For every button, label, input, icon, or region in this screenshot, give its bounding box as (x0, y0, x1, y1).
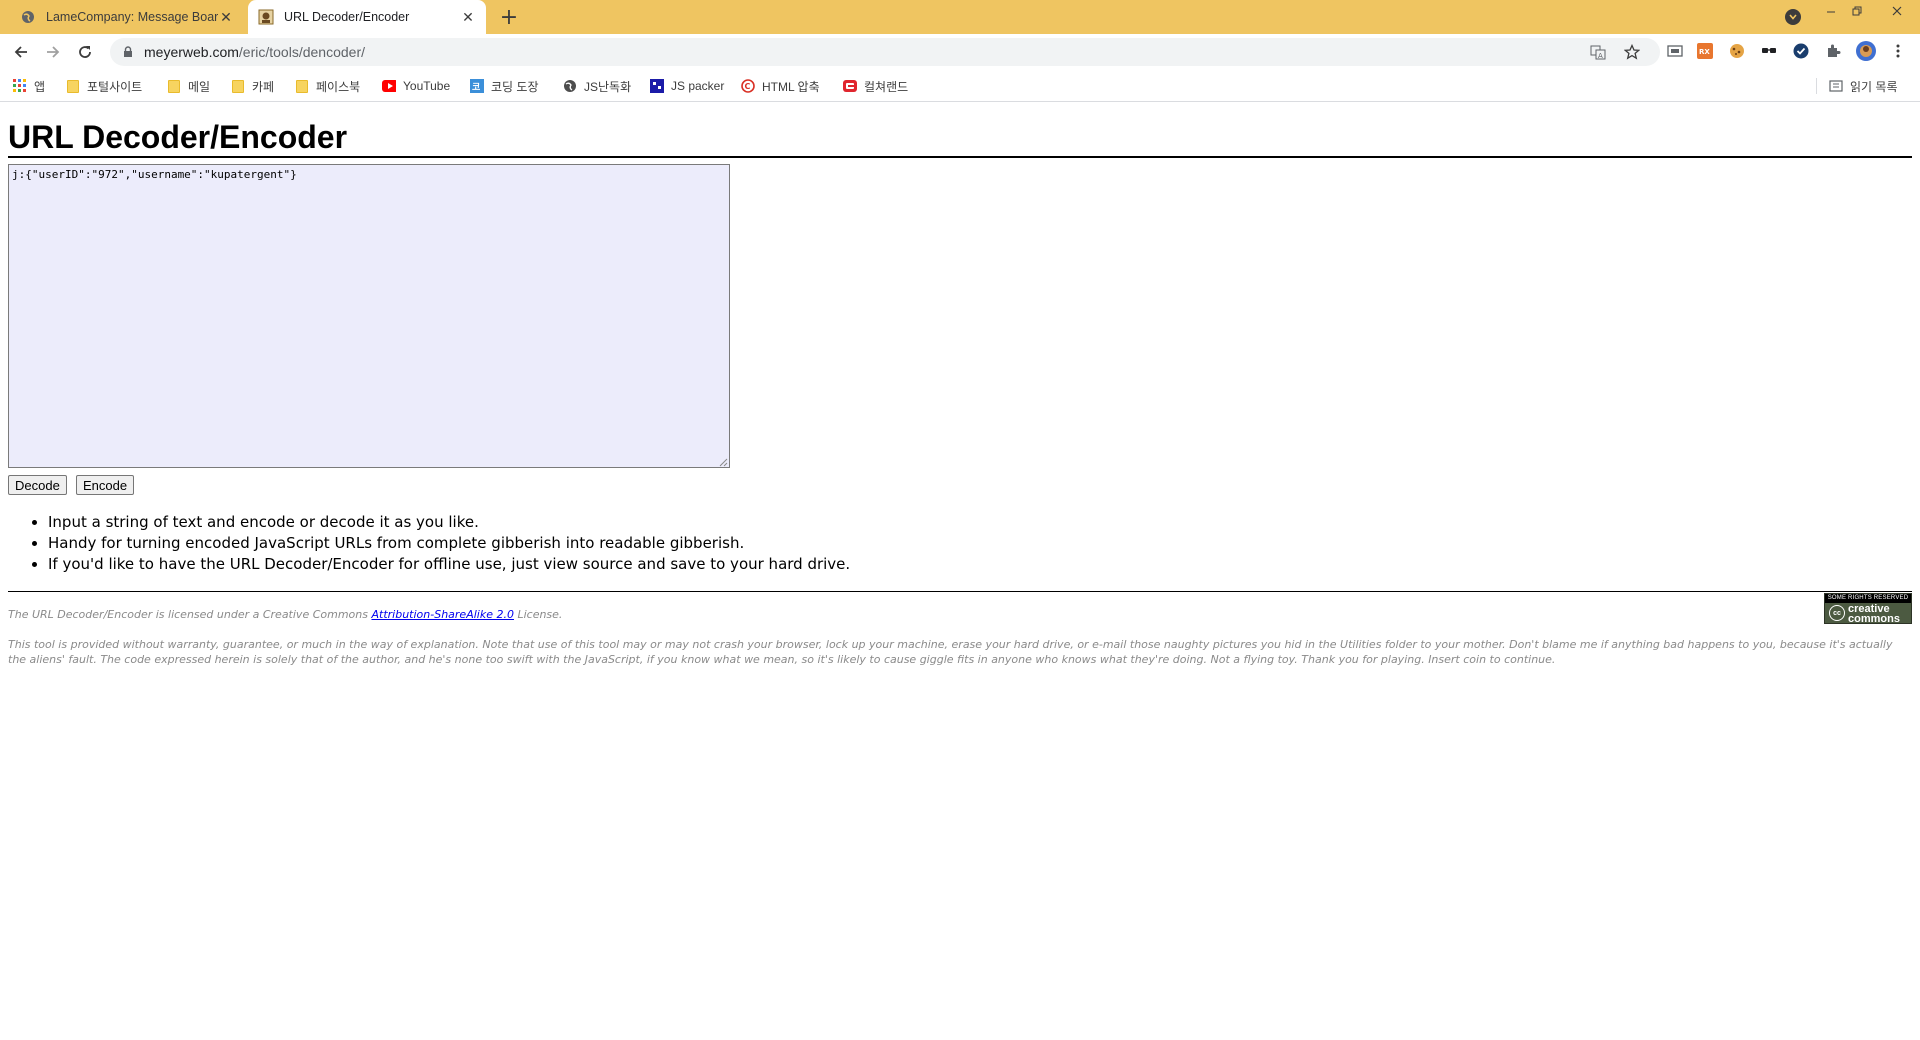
creative-commons-badge[interactable]: SOME RIGHTS RESERVED cc creative commons (1824, 593, 1912, 625)
extension-rx-icon[interactable]: RX (1697, 43, 1713, 59)
bookmark-coding-dojang[interactable]: 코 코딩 도장 (470, 77, 539, 95)
browser-toolbar: meyerweb.com/eric/tools/dencoder/ A (0, 34, 1920, 70)
bookmarks-divider (1816, 78, 1817, 94)
globe-icon (20, 9, 36, 25)
meyerweb-favicon-icon (258, 9, 274, 25)
textarea-value: j:{"userID":"972","username":"kupatergen… (12, 168, 297, 181)
extension-cookie-icon[interactable] (1729, 43, 1745, 59)
close-window-icon[interactable] (1883, 0, 1911, 22)
svg-text:코: 코 (472, 82, 480, 93)
extension-glasses-icon[interactable] (1761, 43, 1777, 59)
translate-icon[interactable]: A (1590, 44, 1606, 60)
bookmark-label: 앱 (34, 79, 46, 94)
bookmark-label: YouTube (403, 79, 451, 93)
cc-badge-word: creative commons (1848, 603, 1900, 625)
folder-icon (167, 79, 181, 93)
reading-list[interactable]: 읽기 목록 (1829, 77, 1898, 95)
close-icon[interactable]: ✕ (218, 9, 234, 25)
coding-dojang-icon: 코 (470, 79, 484, 93)
youtube-icon (382, 79, 396, 93)
disclaimer-text: This tool is provided without warranty, … (8, 638, 1893, 666)
bookmark-youtube[interactable]: YouTube (382, 77, 450, 95)
back-icon[interactable] (9, 40, 33, 64)
bookmark-star-icon[interactable] (1624, 44, 1640, 60)
divider (8, 591, 1912, 592)
reload-icon[interactable] (73, 40, 97, 64)
cc-logo-icon: cc (1829, 605, 1845, 621)
list-item: Handy for turning encoded JavaScript URL… (48, 533, 1248, 554)
input-textarea[interactable]: j:{"userID":"972","username":"kupatergen… (8, 164, 730, 468)
tab-title: LameCompany: Message Board (46, 10, 218, 24)
tab-url-decoder[interactable]: URL Decoder/Encoder ✕ (248, 0, 486, 34)
resize-grip-icon[interactable] (719, 457, 728, 467)
html-compress-icon: C (741, 79, 755, 93)
bookmark-label: 코딩 도장 (491, 79, 539, 94)
page-content: URL Decoder/Encoder j:{"userID":"972","u… (0, 102, 1920, 1040)
license-link[interactable]: Attribution-ShareAlike 2.0 (371, 608, 513, 621)
cc-badge-top: SOME RIGHTS RESERVED (1825, 594, 1911, 603)
bookmark-folder-facebook[interactable]: 페이스북 (295, 77, 360, 95)
profile-avatar[interactable] (1856, 41, 1876, 61)
forward-icon[interactable] (41, 40, 65, 64)
license-text: The URL Decoder/Encoder is licensed unde… (8, 608, 562, 621)
license-prefix: The URL Decoder/Encoder is licensed unde… (8, 608, 372, 621)
bookmark-label: 메일 (188, 79, 211, 94)
bookmark-label: JS packer (671, 79, 725, 93)
tab-strip: LameCompany: Message Board ✕ URL Decoder… (0, 0, 1920, 34)
license-suffix: License. (513, 608, 563, 621)
tab-search-icon[interactable] (1785, 9, 1801, 25)
more-menu-icon[interactable] (1890, 43, 1906, 59)
encode-button[interactable]: Encode (76, 475, 135, 495)
minimize-icon[interactable] (1820, 0, 1842, 22)
reading-list-label: 읽기 목록 (1850, 79, 1898, 94)
bookmark-label: 카페 (252, 79, 275, 94)
svg-text:A: A (1598, 52, 1603, 60)
bookmark-label: HTML 압축 (762, 79, 820, 94)
bookmark-js-obfuscate[interactable]: JS난독화 (563, 77, 631, 95)
bookmark-js-packer[interactable]: JS packer (650, 77, 724, 95)
list-item: Input a string of text and encode or dec… (48, 512, 1248, 533)
restore-icon[interactable] (1846, 0, 1868, 22)
bookmark-label: JS난독화 (584, 79, 632, 94)
folder-icon (295, 79, 309, 93)
lock-icon[interactable] (120, 44, 136, 60)
js-packer-icon (650, 79, 664, 93)
bookmark-label: 페이스북 (316, 79, 361, 94)
bookmarks-bar: 앱 포털사이트 메일 카페 페이스북 YouTube 코 코딩 도장 JS난독화 (0, 70, 1920, 102)
extension-cast-icon[interactable] (1667, 43, 1683, 59)
bookmark-label: 포털사이트 (87, 79, 143, 94)
svg-text:RX: RX (1699, 48, 1710, 56)
close-icon[interactable]: ✕ (460, 9, 476, 25)
folder-icon (231, 79, 245, 93)
url-host: meyerweb.com (144, 44, 239, 60)
globe-icon (563, 79, 577, 93)
folder-icon (66, 79, 80, 93)
bookmark-folder-portal[interactable]: 포털사이트 (66, 77, 142, 95)
url-text[interactable]: meyerweb.com/eric/tools/dencoder/ (144, 44, 365, 60)
bookmark-folder-mail[interactable]: 메일 (167, 77, 210, 95)
extensions-puzzle-icon[interactable] (1825, 43, 1841, 59)
bookmark-label: 컬쳐랜드 (864, 79, 909, 94)
list-item: If you'd like to have the URL Decoder/En… (48, 554, 1248, 575)
url-path: /eric/tools/dencoder/ (238, 44, 365, 60)
apps-grid-icon (13, 79, 27, 93)
decode-button[interactable]: Decode (8, 475, 67, 495)
bookmark-cultureland[interactable]: 컬쳐랜드 (843, 77, 908, 95)
tab-title: URL Decoder/Encoder (284, 10, 410, 24)
tab-lamecompany[interactable]: LameCompany: Message Board ✕ (8, 0, 244, 34)
notes-list: Input a string of text and encode or dec… (8, 512, 1248, 575)
address-bar[interactable]: meyerweb.com/eric/tools/dencoder/ A (110, 38, 1660, 66)
bookmark-folder-cafe[interactable]: 카페 (231, 77, 274, 95)
reading-list-icon (1829, 79, 1843, 93)
page-title: URL Decoder/Encoder (8, 118, 1912, 158)
bookmark-html-compress[interactable]: C HTML 압축 (741, 77, 820, 95)
extension-check-icon[interactable] (1793, 43, 1809, 59)
cultureland-icon (843, 79, 857, 93)
bookmark-apps[interactable]: 앱 (13, 77, 45, 95)
new-tab-button[interactable]: + (498, 5, 520, 30)
svg-text:C: C (745, 82, 751, 91)
